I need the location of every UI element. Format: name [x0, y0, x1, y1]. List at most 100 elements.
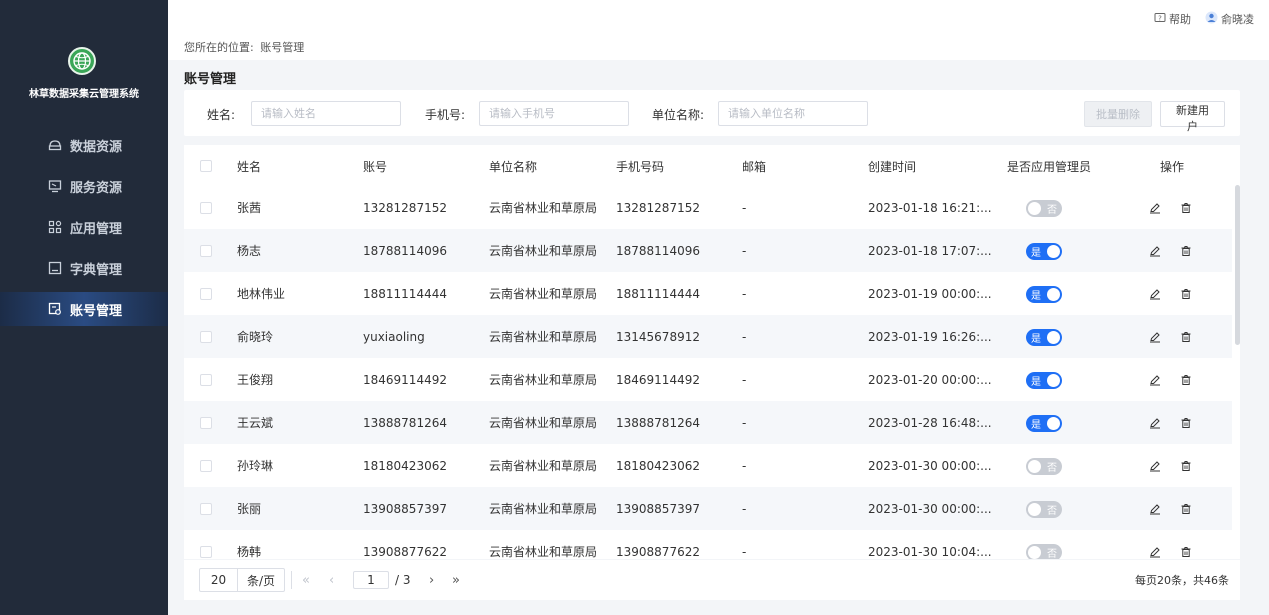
- phone-input[interactable]: [479, 101, 629, 126]
- admin-toggle[interactable]: 否: [1026, 500, 1062, 518]
- edit-icon[interactable]: [1148, 459, 1162, 473]
- sidebar-item-app-management[interactable]: 应用管理: [0, 210, 168, 244]
- cell-org: 云南省林业和草原局: [489, 287, 598, 301]
- user-menu[interactable]: 俞晓凌: [1205, 11, 1254, 27]
- edit-icon[interactable]: [1148, 416, 1162, 430]
- edit-icon[interactable]: [1148, 373, 1162, 387]
- cell-created: 2023-01-30 00:00:...: [868, 458, 992, 473]
- toggle-knob: [1047, 330, 1060, 344]
- edit-icon[interactable]: [1148, 201, 1162, 215]
- org-input[interactable]: [718, 101, 868, 126]
- name-input[interactable]: [251, 101, 401, 126]
- admin-toggle-label: 否: [1047, 548, 1057, 560]
- edit-icon[interactable]: [1148, 287, 1162, 301]
- cell-phone: 13888781264: [616, 415, 700, 430]
- page-size-unit: 条/页: [246, 573, 276, 588]
- row-checkbox[interactable]: [200, 287, 212, 300]
- edit-icon[interactable]: [1148, 330, 1162, 344]
- cell-account: 18180423062: [363, 458, 447, 473]
- current-page-input[interactable]: 1: [353, 571, 389, 589]
- col-phone: 手机号码: [616, 159, 665, 174]
- cell-name: 孙玲琳: [237, 459, 274, 473]
- admin-toggle[interactable]: 否: [1026, 199, 1062, 217]
- user-name: 俞晓凌: [1221, 13, 1254, 26]
- edit-icon[interactable]: [1148, 545, 1162, 559]
- sidebar-item-data-resource[interactable]: 数据资源: [0, 128, 168, 162]
- cell-org: 云南省林业和草原局: [489, 244, 598, 258]
- cell-phone: 13908877622: [616, 544, 700, 559]
- breadcrumb-current: 账号管理: [260, 41, 305, 54]
- col-email: 邮箱: [742, 159, 767, 174]
- delete-icon[interactable]: [1179, 416, 1193, 430]
- last-page-icon[interactable]: »: [452, 568, 460, 592]
- admin-toggle[interactable]: 否: [1026, 543, 1062, 560]
- admin-toggle[interactable]: 是: [1026, 328, 1062, 346]
- admin-toggle[interactable]: 否: [1026, 457, 1062, 475]
- admin-toggle[interactable]: 是: [1026, 285, 1062, 303]
- table-row: 王俊翔 18469114492 云南省林业和草原局 18469114492 - 2023-…: [184, 358, 1232, 401]
- admin-toggle-label: 否: [1047, 204, 1057, 216]
- cell-phone: 18180423062: [616, 458, 700, 473]
- row-checkbox[interactable]: [200, 416, 212, 429]
- admin-toggle[interactable]: 是: [1026, 371, 1062, 389]
- apps-icon: [48, 220, 62, 234]
- delete-icon[interactable]: [1179, 502, 1193, 516]
- cell-created: 2023-01-19 16:26:...: [868, 329, 992, 344]
- row-checkbox[interactable]: [200, 330, 212, 343]
- help-link[interactable]: ? 帮助: [1154, 11, 1191, 27]
- page-size-value: 20: [200, 569, 238, 591]
- prev-page-icon[interactable]: ‹: [329, 568, 334, 592]
- pagination-summary: 每页20条，共46条: [1135, 574, 1229, 587]
- table-scrollbar[interactable]: [1235, 185, 1240, 345]
- cell-account: 13908877622: [363, 544, 447, 559]
- row-checkbox[interactable]: [200, 545, 212, 558]
- col-org: 单位名称: [489, 159, 538, 174]
- delete-icon[interactable]: [1179, 330, 1193, 344]
- cell-created: 2023-01-19 00:00:...: [868, 286, 992, 301]
- row-checkbox[interactable]: [200, 373, 212, 386]
- row-checkbox[interactable]: [200, 244, 212, 257]
- edit-icon[interactable]: [1148, 244, 1162, 258]
- phone-filter-label: 手机号:: [425, 108, 466, 122]
- cell-org: 云南省林业和草原局: [489, 373, 598, 387]
- toggle-knob: [1028, 201, 1041, 215]
- row-checkbox[interactable]: [200, 201, 212, 214]
- cell-name: 俞晓玲: [237, 330, 274, 344]
- select-all-checkbox[interactable]: [200, 160, 212, 172]
- sidebar-item-dictionary-management[interactable]: 字典管理: [0, 251, 168, 285]
- sidebar-item-label: 账号管理: [70, 303, 123, 319]
- cell-email: -: [742, 200, 747, 215]
- admin-toggle[interactable]: 是: [1026, 414, 1062, 432]
- table-row: 俞晓玲 yuxiaoling 云南省林业和草原局 13145678912 - 2023-0…: [184, 315, 1232, 358]
- name-filter-label: 姓名:: [207, 108, 236, 122]
- row-checkbox[interactable]: [200, 502, 212, 515]
- delete-icon[interactable]: [1179, 545, 1193, 559]
- delete-icon[interactable]: [1179, 201, 1193, 215]
- toggle-knob: [1028, 545, 1041, 559]
- delete-icon[interactable]: [1179, 287, 1193, 301]
- admin-toggle[interactable]: 是: [1026, 242, 1062, 260]
- cell-email: -: [742, 501, 747, 516]
- cell-account: 13281287152: [363, 200, 447, 215]
- cell-created: 2023-01-30 00:00:...: [868, 501, 992, 516]
- sidebar-item-account-management[interactable]: 账号管理: [0, 292, 168, 326]
- batch-delete-button[interactable]: 批量删除: [1084, 101, 1152, 127]
- toggle-knob: [1028, 502, 1041, 516]
- row-checkbox[interactable]: [200, 459, 212, 472]
- account-table: 姓名 账号 单位名称 手机号码 邮箱 创建时间 是否应用管理员 操作 张茜 132…: [184, 145, 1240, 559]
- page-size-select[interactable]: 20 条/页: [199, 568, 285, 592]
- new-user-button[interactable]: 新建用户: [1160, 101, 1225, 133]
- edit-icon[interactable]: [1148, 502, 1162, 516]
- admin-toggle-label: 是: [1031, 376, 1041, 388]
- cell-email: -: [742, 286, 747, 301]
- sidebar-item-service-resource[interactable]: 服务资源: [0, 169, 168, 203]
- table-row: 张茜 13281287152 云南省林业和草原局 13281287152 - 2023-0…: [184, 186, 1232, 229]
- delete-icon[interactable]: [1179, 459, 1193, 473]
- first-page-icon[interactable]: «: [302, 568, 310, 592]
- next-page-icon[interactable]: ›: [429, 568, 434, 592]
- delete-icon[interactable]: [1179, 373, 1193, 387]
- cell-phone: 13145678912: [616, 329, 700, 344]
- delete-icon[interactable]: [1179, 244, 1193, 258]
- svg-text:?: ?: [1158, 14, 1162, 22]
- sidebar-item-label: 数据资源: [70, 139, 123, 155]
